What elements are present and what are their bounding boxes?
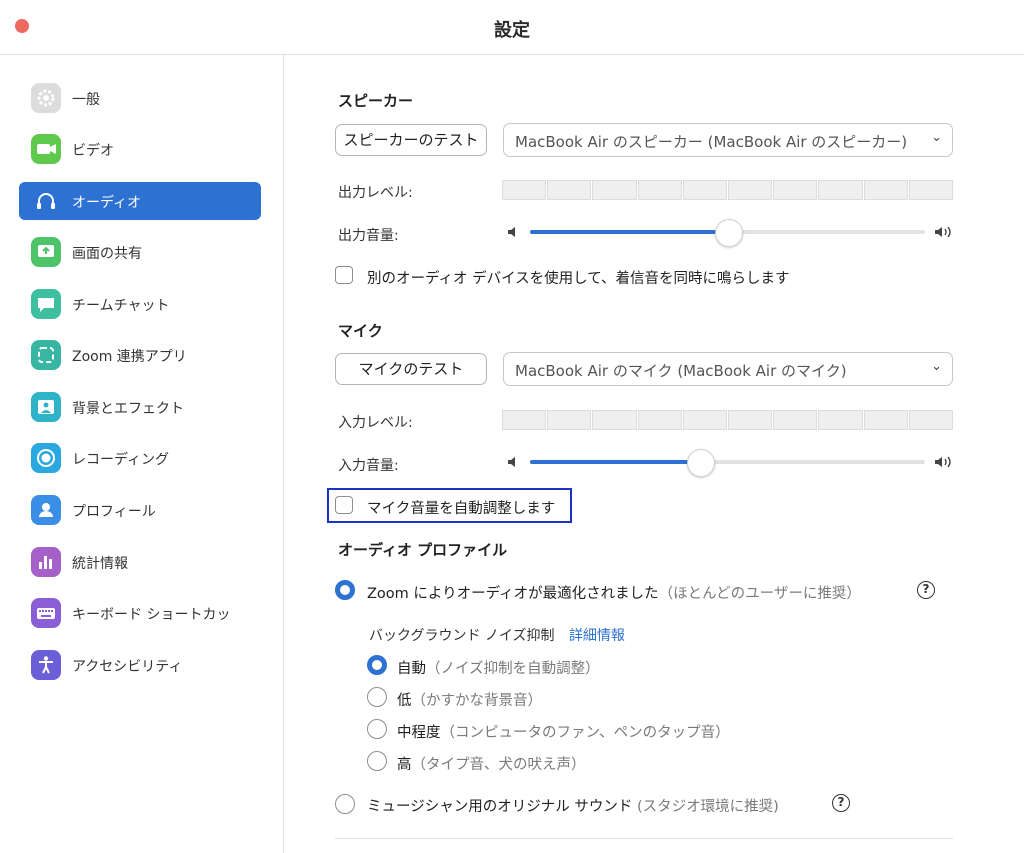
sidebar-item-label: ビデオ bbox=[72, 143, 114, 159]
noise-auto-radio[interactable] bbox=[367, 655, 387, 675]
screen-share-icon bbox=[31, 237, 61, 267]
gear-icon bbox=[31, 83, 61, 113]
noise-medium-note: （コンピュータのファン、ペンのタップ音） bbox=[440, 725, 730, 741]
sidebar-item-label: Zoom 連携アプリ bbox=[72, 349, 187, 365]
noise-low-radio[interactable] bbox=[367, 687, 387, 707]
sidebar-item-audio[interactable]: オーディオ bbox=[19, 182, 261, 220]
volume-high-icon bbox=[935, 456, 951, 468]
background-icon bbox=[31, 392, 61, 422]
volume-low-icon bbox=[508, 227, 515, 237]
speaker-device-select[interactable]: MacBook Air のスピーカー (MacBook Air のスピーカー) … bbox=[503, 123, 953, 157]
noise-high-radio[interactable] bbox=[367, 751, 387, 771]
musician-sound-radio[interactable] bbox=[335, 794, 355, 814]
sidebar-item-label: プロフィール bbox=[72, 504, 156, 520]
sidebar-item-profile[interactable]: プロフィール bbox=[19, 491, 261, 529]
sidebar-item-label: 一般 bbox=[72, 92, 100, 108]
window-title: 設定 bbox=[494, 20, 530, 41]
noise-auto-label: 自動（ノイズ抑制を自動調整） bbox=[397, 657, 600, 678]
chat-bubble-icon bbox=[31, 289, 61, 319]
auto-adjust-volume-label: マイク音量を自動調整します bbox=[367, 501, 556, 517]
test-mic-button[interactable]: マイクのテスト bbox=[335, 353, 487, 385]
video-camera-icon bbox=[31, 134, 61, 164]
noise-low-text: 低 bbox=[397, 693, 412, 709]
input-level-meter bbox=[502, 410, 954, 430]
noise-high-note: （タイプ音、犬の吠え声） bbox=[411, 757, 586, 773]
sidebar-item-team-chat[interactable]: チームチャット bbox=[19, 285, 261, 323]
sidebar-item-label: レコーディング bbox=[72, 452, 170, 468]
input-volume-label: 入力音量: bbox=[338, 458, 399, 474]
zoom-optimized-label: Zoom によりオーディオが最適化されました（ほとんどのユーザーに推奨） bbox=[367, 582, 861, 603]
sidebar-item-general[interactable]: 一般 bbox=[19, 79, 261, 117]
output-level-label: 出力レベル: bbox=[338, 185, 413, 201]
noise-auto-text: 自動 bbox=[397, 661, 426, 677]
sidebar-item-label: キーボード ショートカッ bbox=[72, 607, 231, 623]
volume-high-icon bbox=[935, 226, 951, 238]
headphones-icon bbox=[31, 186, 61, 216]
zoom-optimized-note: （ほとんどのユーザーに推奨） bbox=[658, 586, 861, 602]
sidebar: 一般 ビデオ オーディオ 画面の共有 チームチャット Zoom 連携アプリ 背景… bbox=[0, 55, 284, 853]
zoom-optimized-radio[interactable] bbox=[335, 580, 355, 600]
mic-device-value: MacBook Air のマイク (MacBook Air のマイク) bbox=[515, 362, 847, 380]
musician-sound-note: (スタジオ環境に推奨) bbox=[636, 799, 779, 815]
zoom-optimized-text: Zoom によりオーディオが最適化されました bbox=[367, 586, 659, 602]
speaker-heading: スピーカー bbox=[338, 92, 414, 110]
ringtone-checkbox-label: 別のオーディオ デバイスを使用して、着信音を同時に鳴らします bbox=[367, 271, 790, 287]
mic-heading: マイク bbox=[338, 322, 383, 340]
sidebar-item-screen-share[interactable]: 画面の共有 bbox=[19, 233, 261, 271]
sidebar-item-apps[interactable]: Zoom 連携アプリ bbox=[19, 336, 261, 374]
divider bbox=[335, 838, 953, 839]
sidebar-item-label: 画面の共有 bbox=[72, 246, 142, 262]
volume-low-icon bbox=[508, 457, 515, 467]
sidebar-item-statistics[interactable]: 統計情報 bbox=[19, 543, 261, 581]
input-level-label: 入力レベル: bbox=[338, 415, 413, 431]
musician-sound-text: ミュージシャン用のオリジナル サウンド bbox=[367, 799, 633, 815]
noise-low-label: 低（かすかな背景音） bbox=[397, 689, 542, 710]
input-volume-slider-handle[interactable] bbox=[687, 449, 715, 477]
sidebar-item-keyboard-shortcuts[interactable]: キーボード ショートカッ bbox=[19, 594, 261, 632]
help-icon[interactable]: ? bbox=[832, 794, 850, 812]
noise-suppression-label: バックグラウンド ノイズ抑制 詳細情報 bbox=[369, 625, 625, 645]
mic-device-select[interactable]: MacBook Air のマイク (MacBook Air のマイク) ⌄ bbox=[503, 352, 953, 386]
noise-high-label: 高（タイプ音、犬の吠え声） bbox=[397, 753, 586, 774]
output-volume-label: 出力音量: bbox=[338, 228, 399, 244]
sidebar-item-accessibility[interactable]: アクセシビリティ bbox=[19, 646, 261, 684]
output-volume-slider-handle[interactable] bbox=[715, 219, 743, 247]
sidebar-item-background[interactable]: 背景とエフェクト bbox=[19, 388, 261, 426]
noise-medium-label: 中程度（コンピュータのファン、ペンのタップ音） bbox=[397, 721, 730, 742]
accessibility-icon bbox=[31, 650, 61, 680]
ringtone-checkbox[interactable] bbox=[335, 266, 353, 284]
chevron-down-icon: ⌄ bbox=[931, 359, 942, 374]
chevron-down-icon: ⌄ bbox=[931, 130, 942, 145]
details-link[interactable]: 詳細情報 bbox=[569, 628, 625, 644]
auto-adjust-volume-checkbox[interactable] bbox=[335, 496, 353, 514]
audio-profile-heading: オーディオ プロファイル bbox=[338, 541, 508, 559]
output-volume-slider[interactable] bbox=[530, 219, 925, 247]
test-speaker-button[interactable]: スピーカーのテスト bbox=[335, 124, 487, 156]
speaker-device-value: MacBook Air のスピーカー (MacBook Air のスピーカー) bbox=[515, 133, 908, 151]
noise-medium-radio[interactable] bbox=[367, 719, 387, 739]
sidebar-item-video[interactable]: ビデオ bbox=[19, 130, 261, 168]
person-icon bbox=[31, 495, 61, 525]
apps-icon bbox=[31, 340, 61, 370]
keyboard-icon bbox=[31, 598, 61, 628]
noise-medium-text: 中程度 bbox=[397, 725, 441, 741]
sidebar-item-label: アクセシビリティ bbox=[72, 659, 183, 675]
title-bar: 設定 bbox=[0, 0, 1024, 55]
sidebar-item-label: オーディオ bbox=[72, 195, 142, 211]
bar-chart-icon bbox=[31, 547, 61, 577]
sidebar-item-label: チームチャット bbox=[72, 298, 170, 314]
help-icon[interactable]: ? bbox=[917, 581, 935, 599]
sidebar-item-label: 背景とエフェクト bbox=[72, 401, 184, 417]
settings-window: 設定 一般 ビデオ オーディオ 画面の共有 チームチャット Zoom 連携アプリ… bbox=[0, 0, 1024, 853]
noise-suppression-text: バックグラウンド ノイズ抑制 bbox=[369, 628, 555, 644]
noise-auto-note: （ノイズ抑制を自動調整） bbox=[426, 661, 600, 677]
noise-high-text: 高 bbox=[397, 757, 412, 773]
sidebar-item-recording[interactable]: レコーディング bbox=[19, 439, 261, 477]
sidebar-item-label: 統計情報 bbox=[72, 556, 128, 572]
input-volume-slider[interactable] bbox=[530, 449, 925, 477]
musician-sound-label: ミュージシャン用のオリジナル サウンド (スタジオ環境に推奨) bbox=[367, 795, 779, 816]
output-level-meter bbox=[502, 180, 954, 200]
noise-low-note: （かすかな背景音） bbox=[411, 693, 543, 709]
record-icon bbox=[31, 443, 61, 473]
